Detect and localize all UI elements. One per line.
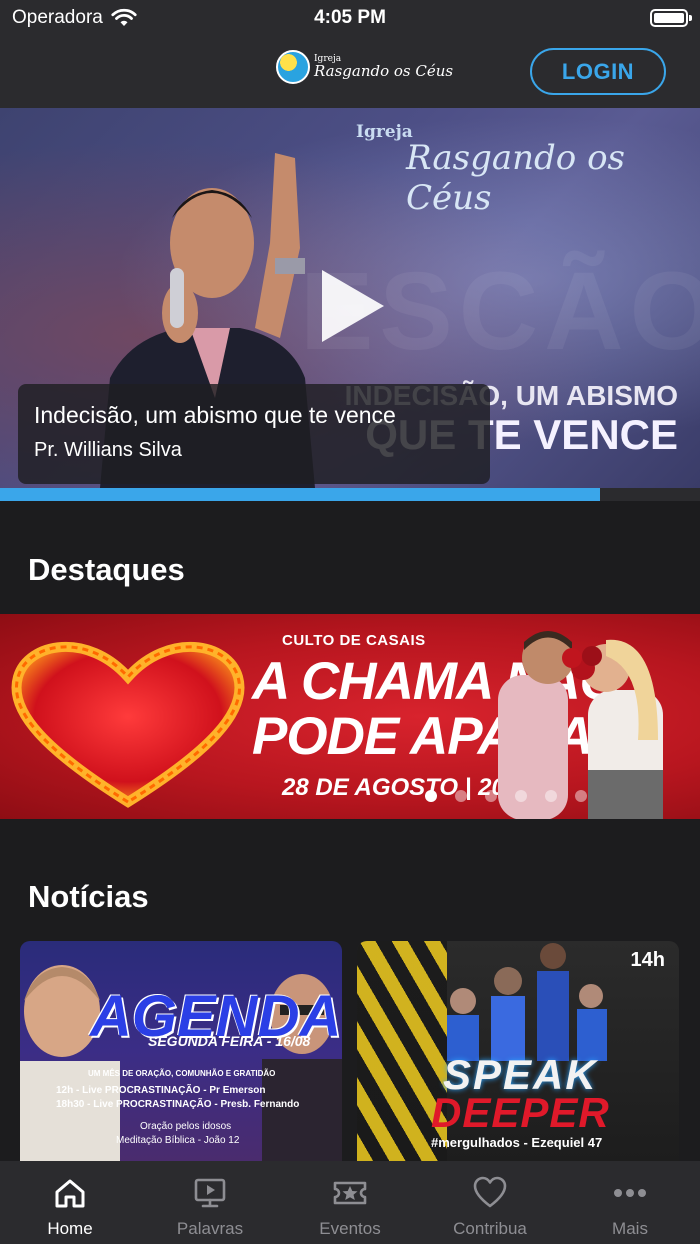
video-title: Indecisão, um abismo que te vence — [34, 402, 396, 428]
carousel-dot[interactable] — [575, 790, 587, 802]
logo-script-text: Rasgando os Céus — [314, 62, 454, 80]
battery-icon — [650, 9, 692, 27]
flaming-heart-image — [11, 641, 245, 808]
clock: 4:05 PM — [314, 7, 386, 28]
carousel-dot[interactable] — [425, 790, 437, 802]
agenda-line: Meditação Bíblica - João 12 — [116, 1135, 240, 1146]
church-logo: Igreja Rasgando os Céus — [276, 50, 453, 84]
hero-brand: Igreja Rasgando os Céus — [356, 122, 625, 218]
agenda-line: 12h - Live PROCRASTINAÇÃO - Pr Emerson — [56, 1085, 266, 1096]
video-speaker: Pr. Willians Silva — [34, 439, 182, 461]
agenda-line: Oração pelos idosos — [140, 1121, 232, 1132]
home-icon — [55, 1179, 85, 1208]
ticket-star-icon — [333, 1181, 367, 1205]
event-tag: #mergulhados - Ezequiel 47 — [431, 1135, 603, 1150]
tab-contribua[interactable]: Contribua — [420, 1161, 560, 1244]
app-header: Igreja Rasgando os Céus LOGIN — [0, 38, 700, 108]
hero-caption: Indecisão, um abismo que te vence Pr. Wi… — [18, 384, 490, 484]
event-title-2: DEEPER — [431, 1089, 610, 1136]
video-icon — [194, 1178, 226, 1208]
event-time: 14h — [630, 949, 665, 971]
hero-video[interactable]: ESCÃO Igreja Rasgando os Céus INDECISÃO,… — [0, 108, 700, 488]
video-progress-bar[interactable] — [0, 488, 700, 501]
tab-palavras[interactable]: Palavras — [140, 1161, 280, 1244]
news-card-speak-deeper[interactable]: 14h SPEAK DEEPER #mergulhados - Ezequiel… — [357, 941, 679, 1161]
status-bar: Operadora 4:05 PM — [0, 0, 700, 38]
carousel-dot[interactable] — [485, 790, 497, 802]
carousel-dot[interactable] — [545, 790, 557, 802]
heart-icon — [473, 1176, 507, 1208]
play-icon[interactable] — [322, 270, 384, 342]
tab-mais[interactable]: Mais — [560, 1161, 700, 1244]
news-title: Notícias — [28, 879, 149, 914]
agenda-line: 18h30 - Live PROCRASTINAÇÃO - Presb. Fer… — [56, 1099, 300, 1110]
logo-emblem-icon — [276, 50, 310, 84]
video-progress-fill — [0, 488, 600, 501]
agenda-date: SEGUNDA FEIRA - 16/08 — [148, 1033, 311, 1049]
tab-bar: Home Palavras Eventos Contribua Mais — [0, 1161, 700, 1244]
tab-home[interactable]: Home — [0, 1161, 140, 1244]
highlight-banner[interactable]: CULTO DE CASAIS A CHAMA NÃO PODE APAGAR … — [0, 614, 700, 819]
group-image — [447, 943, 607, 1061]
tab-eventos[interactable]: Eventos — [280, 1161, 420, 1244]
agenda-subtitle: UM MÊS DE ORAÇÃO, COMUNHÃO E GRATIDÃO — [88, 1069, 276, 1078]
carousel-dots[interactable] — [425, 790, 587, 802]
banner-small-text: CULTO DE CASAIS — [282, 632, 426, 649]
news-card-agenda[interactable]: AGENDA SEGUNDA FEIRA - 16/08 UM MÊS DE O… — [20, 941, 342, 1161]
carousel-dot[interactable] — [455, 790, 467, 802]
login-button[interactable]: LOGIN — [530, 48, 666, 95]
carousel-dot[interactable] — [515, 790, 527, 802]
more-icon — [614, 1189, 646, 1197]
highlights-title: Destaques — [28, 552, 185, 587]
